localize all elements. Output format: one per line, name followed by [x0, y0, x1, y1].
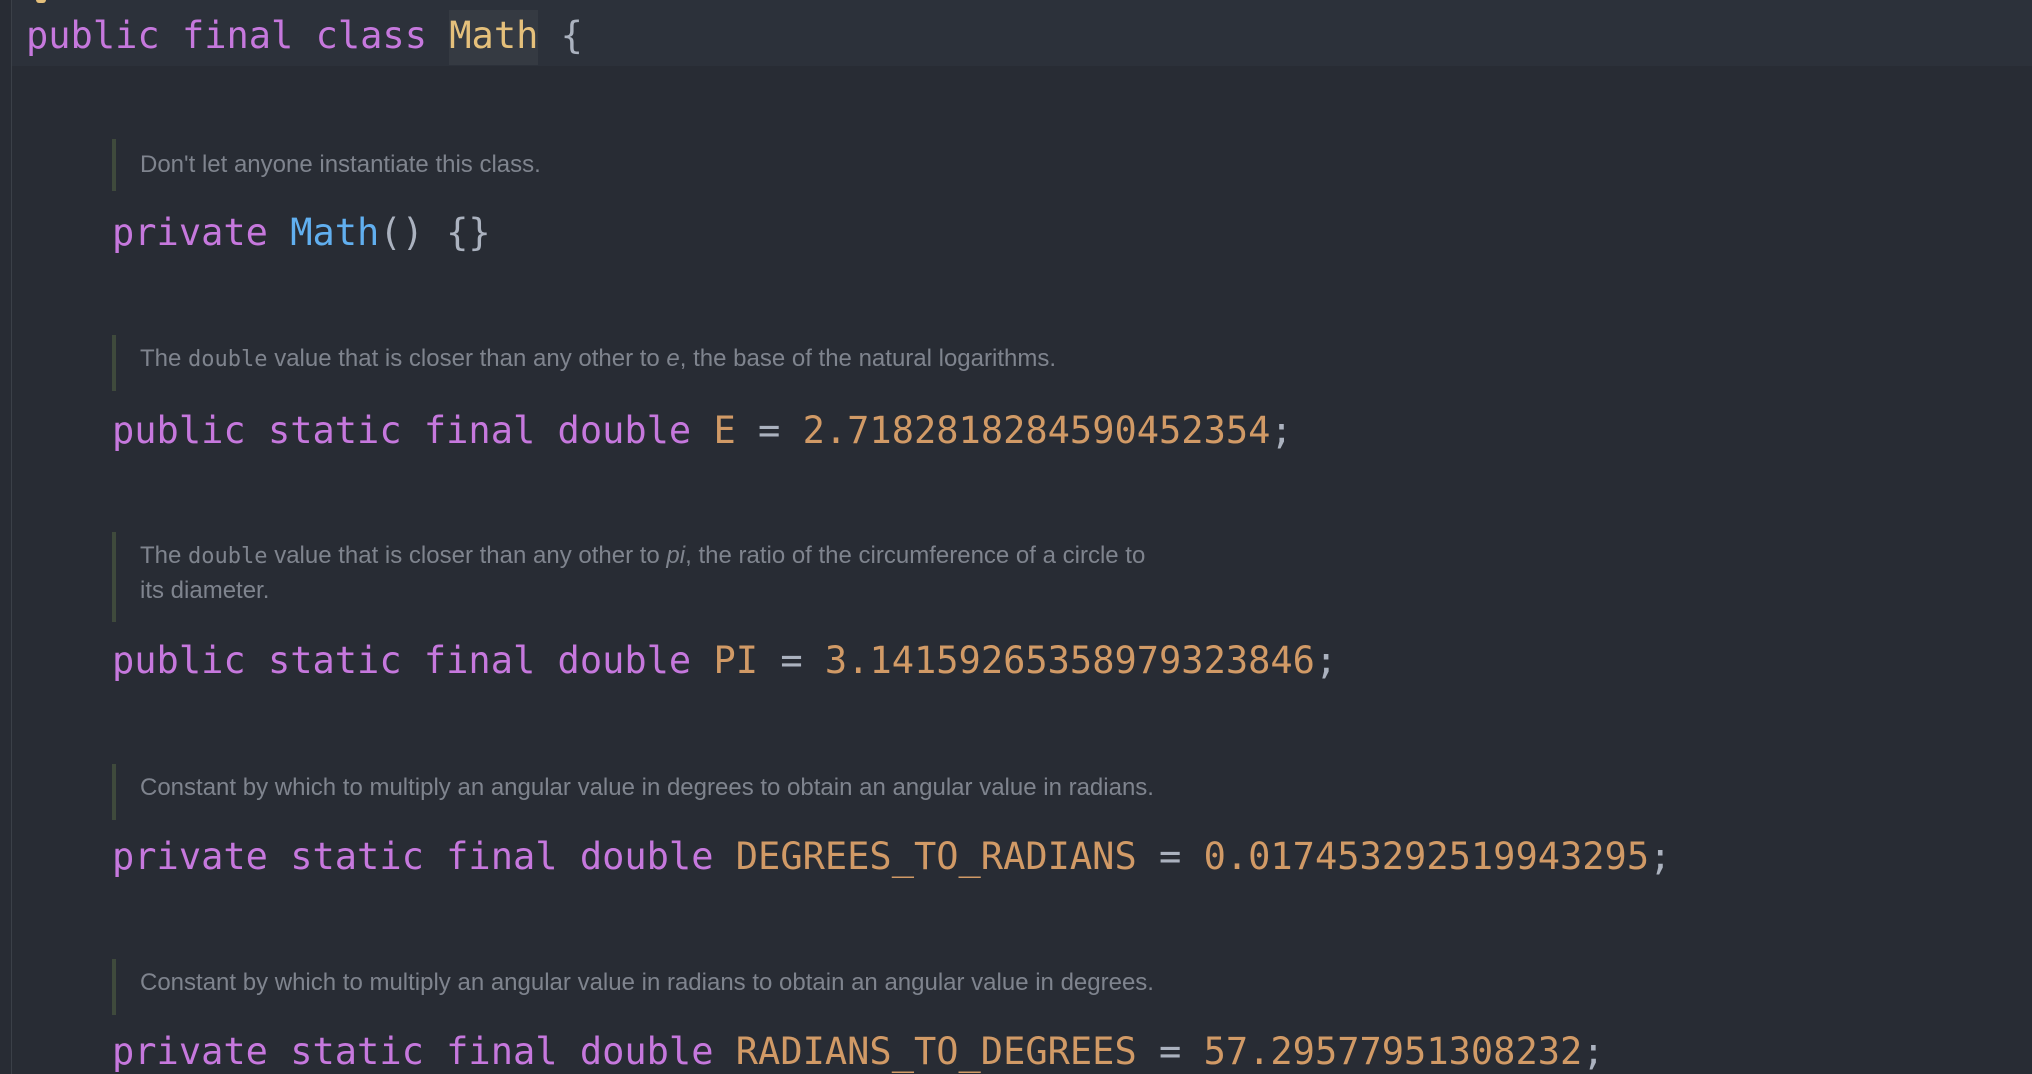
keyword-final: final — [423, 639, 536, 682]
semicolon: ; — [1649, 835, 1672, 878]
semicolon: ; — [1582, 1030, 1605, 1073]
field-name-pi[interactable]: PI — [713, 639, 758, 682]
field-radians-to-degrees-line[interactable]: private static final double RADIANS_TO_D… — [112, 1029, 1605, 1074]
keyword-double: double — [557, 639, 692, 682]
assign-operator: = — [780, 639, 803, 682]
doc-text-pre: The — [140, 345, 182, 372]
keyword-static: static — [267, 639, 402, 682]
field-e-line[interactable]: public static final double E = 2.7182818… — [112, 408, 1293, 454]
keyword-final: final — [181, 14, 294, 57]
doc-emphasis-e: e — [666, 345, 680, 372]
field-name-e[interactable]: E — [713, 409, 735, 452]
semicolon: ; — [1270, 409, 1293, 452]
assign-operator: = — [758, 409, 781, 452]
keyword-static: static — [267, 409, 402, 452]
field-value-pi: 3.14159265358979323846 — [824, 639, 1315, 682]
doc-text-mid: value that is closer than any other to — [274, 542, 660, 569]
keyword-private: private — [112, 1030, 268, 1073]
field-name-radians-to-degrees[interactable]: RADIANS_TO_DEGREES — [736, 1030, 1137, 1073]
keyword-final: final — [423, 409, 536, 452]
doc-emphasis-pi: pi — [666, 542, 686, 569]
constructor-line[interactable]: private Math() {} — [112, 210, 491, 256]
constructor-name[interactable]: Math — [290, 211, 379, 254]
keyword-final: final — [446, 1030, 558, 1073]
field-value-degrees-to-radians: 0.017453292519943295 — [1203, 835, 1650, 878]
assign-operator: = — [1159, 835, 1182, 878]
field-degrees-to-radians-line[interactable]: private static final double DEGREES_TO_R… — [112, 834, 1671, 880]
open-brace: { — [560, 14, 583, 57]
assign-operator: = — [1159, 1030, 1182, 1073]
doc-comment-degrees-to-radians: Constant by which to multiply an angular… — [112, 764, 1154, 820]
keyword-public: public — [26, 14, 160, 57]
doc-comment-e: The double value that is closer than any… — [112, 335, 1056, 391]
doc-comment-radians-to-degrees: Constant by which to multiply an angular… — [112, 959, 1154, 1015]
class-name[interactable]: Math — [449, 10, 539, 65]
doc-comment-pi: The double value that is closer than any… — [112, 532, 1145, 622]
keyword-private: private — [112, 211, 268, 254]
doc-text-post: , the base of the natural logarithms. — [679, 345, 1056, 372]
class-declaration-line[interactable]: public final class Math { — [26, 10, 583, 65]
keyword-public: public — [112, 409, 246, 452]
keyword-final: final — [446, 835, 558, 878]
doc-text: Constant by which to multiply an angular… — [140, 969, 1154, 996]
field-value-radians-to-degrees: 57.29577951308232 — [1203, 1030, 1583, 1073]
keyword-class: class — [315, 14, 427, 57]
doc-text: Constant by which to multiply an angular… — [140, 774, 1154, 801]
caret-marker — [36, 0, 46, 3]
keyword-public: public — [112, 639, 246, 682]
semicolon: ; — [1314, 639, 1338, 682]
constructor-body: () {} — [379, 211, 491, 254]
doc-text: Don't let anyone instantiate this class. — [140, 151, 541, 178]
doc-comment-constructor: Don't let anyone instantiate this class. — [112, 139, 541, 191]
keyword-static: static — [290, 835, 424, 878]
doc-code-double: double — [188, 544, 268, 569]
field-pi-line[interactable]: public static final double PI = 3.141592… — [112, 638, 1337, 684]
field-value-e: 2.7182818284590452354 — [802, 409, 1271, 452]
keyword-double: double — [579, 1030, 714, 1073]
doc-text-line2: its diameter. — [140, 577, 270, 604]
doc-text-pre: The — [140, 542, 182, 569]
gutter-line — [11, 0, 12, 1074]
keyword-double: double — [579, 835, 714, 878]
keyword-double: double — [557, 409, 692, 452]
doc-text-post: , the ratio of the circumference of a ci… — [685, 542, 1146, 569]
keyword-static: static — [290, 1030, 424, 1073]
doc-text-mid: value that is closer than any other to — [274, 345, 660, 372]
field-name-degrees-to-radians[interactable]: DEGREES_TO_RADIANS — [736, 835, 1137, 878]
doc-code-double: double — [188, 347, 268, 372]
keyword-private: private — [112, 835, 268, 878]
